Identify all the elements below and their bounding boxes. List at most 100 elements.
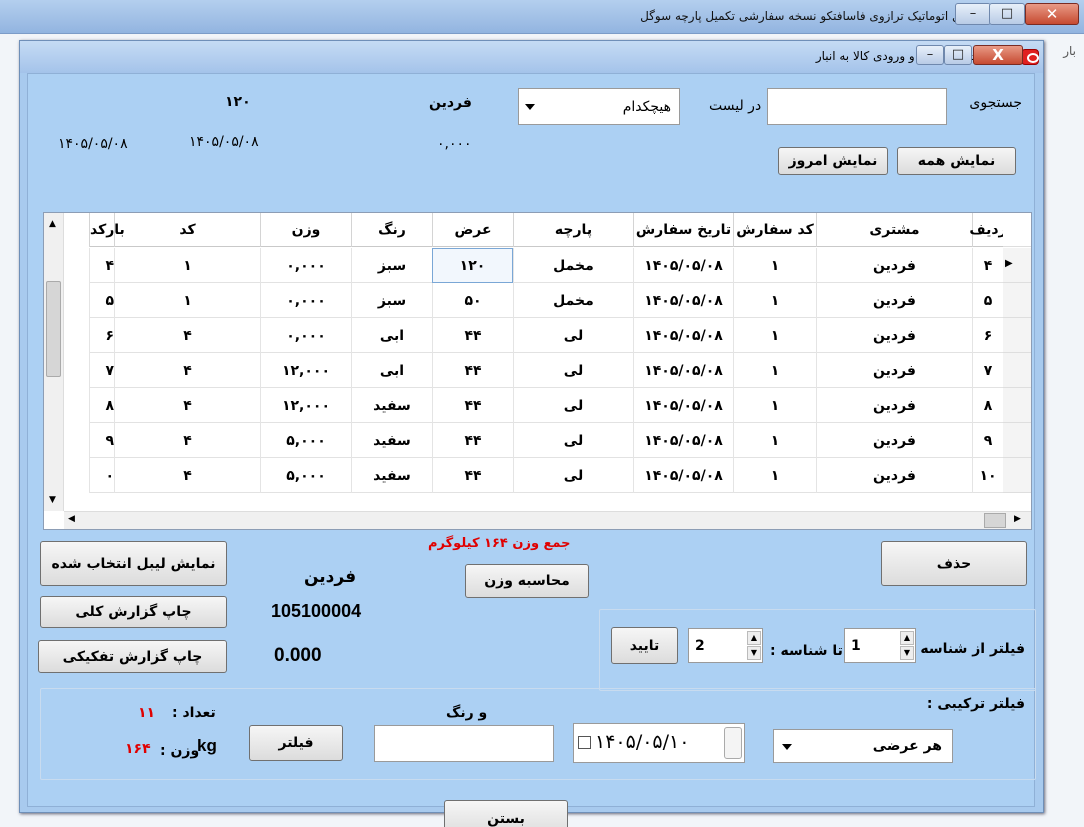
cell-width[interactable]: ۴۴: [432, 353, 513, 388]
filter-to-spinner[interactable]: 2 ▲ ▼: [688, 628, 763, 663]
cell-radif[interactable]: ۹: [972, 423, 1003, 458]
show-today-button[interactable]: نمایش امروز: [778, 147, 888, 175]
table-row[interactable]: ۵ فردین ۱ ۱۴۰۵/۰۵/۰۸ مخمل ۵۰ سبز ۰,۰۰۰ ۱ ۵: [89, 283, 1003, 318]
cell-order-date[interactable]: ۱۴۰۵/۰۵/۰۸: [633, 283, 733, 318]
cell-order-code[interactable]: ۱: [733, 353, 816, 388]
cell-code[interactable]: ۴: [114, 458, 260, 493]
cell-weight[interactable]: ۰,۰۰۰: [260, 248, 351, 283]
dialog-close-button[interactable]: X: [973, 45, 1023, 65]
cell-order-date[interactable]: ۱۴۰۵/۰۵/۰۸: [633, 458, 733, 493]
table-row[interactable]: ۱۰ فردین ۱ ۱۴۰۵/۰۵/۰۸ لی ۴۴ سفید ۵,۰۰۰ ۴ ۰: [89, 458, 1003, 493]
table-row[interactable]: ۷ فردین ۱ ۱۴۰۵/۰۵/۰۸ لی ۴۴ ابی ۱۲,۰۰۰ ۴ ۷: [89, 353, 1003, 388]
cell-customer[interactable]: فردین: [816, 248, 972, 283]
cell-barcode[interactable]: ۹: [89, 423, 114, 458]
col-header-code[interactable]: کد: [114, 213, 260, 247]
cell-fabric[interactable]: مخمل: [513, 283, 633, 318]
cell-barcode[interactable]: ۸: [89, 388, 114, 423]
dialog-maximize-button[interactable]: □: [944, 45, 972, 65]
col-header-customer[interactable]: مشتری: [816, 213, 972, 247]
scroll-up-icon[interactable]: ▲: [49, 219, 56, 229]
print-total-report-button[interactable]: چاپ گزارش کلی: [40, 596, 227, 628]
scroll-left-icon[interactable]: ◀: [68, 514, 75, 524]
cell-code[interactable]: ۴: [114, 318, 260, 353]
cell-width[interactable]: ۴۴: [432, 318, 513, 353]
cell-weight[interactable]: ۵,۰۰۰: [260, 458, 351, 493]
cell-order-date[interactable]: ۱۴۰۵/۰۵/۰۸: [633, 423, 733, 458]
cell-order-code[interactable]: ۱: [733, 388, 816, 423]
cell-weight[interactable]: ۵,۰۰۰: [260, 423, 351, 458]
cell-order-date[interactable]: ۱۴۰۵/۰۵/۰۸: [633, 388, 733, 423]
cell-weight[interactable]: ۰,۰۰۰: [260, 283, 351, 318]
cell-width[interactable]: ۱۲۰: [432, 248, 513, 283]
cell-color[interactable]: سفید: [351, 423, 432, 458]
cell-customer[interactable]: فردین: [816, 353, 972, 388]
cell-barcode[interactable]: ۷: [89, 353, 114, 388]
grid-vertical-scrollbar[interactable]: ▲ ▼: [44, 213, 64, 511]
scroll-right-icon[interactable]: ▶: [1014, 514, 1021, 524]
col-header-order-code[interactable]: کد سفارش: [733, 213, 816, 247]
spin-down-icon[interactable]: ▼: [747, 646, 761, 660]
col-header-order-date[interactable]: تاریخ سفارش: [633, 213, 733, 247]
cell-radif[interactable]: ۴: [972, 248, 1003, 283]
row-header[interactable]: [1003, 318, 1031, 353]
cell-customer[interactable]: فردین: [816, 388, 972, 423]
filter-from-spinner[interactable]: 1 ▲ ▼: [844, 628, 916, 663]
calendar-dropdown-icon[interactable]: [724, 727, 742, 759]
cell-fabric[interactable]: لی: [513, 318, 633, 353]
grid-horizontal-scrollbar[interactable]: ◀ ▶: [64, 511, 1031, 529]
cell-code[interactable]: ۴: [114, 423, 260, 458]
show-selected-label-button[interactable]: نمایش لیبل انتخاب شده: [40, 541, 227, 586]
cell-radif[interactable]: ۷: [972, 353, 1003, 388]
cell-order-date[interactable]: ۱۴۰۵/۰۵/۰۸: [633, 248, 733, 283]
color-filter-input[interactable]: [374, 725, 554, 762]
table-row[interactable]: ۸ فردین ۱ ۱۴۰۵/۰۵/۰۸ لی ۴۴ سفید ۱۲,۰۰۰ ۴ ۸: [89, 388, 1003, 423]
row-header[interactable]: ▶: [1003, 248, 1031, 283]
spin-down-icon[interactable]: ▼: [900, 646, 914, 660]
cell-code[interactable]: ۱: [114, 248, 260, 283]
cell-code[interactable]: ۱: [114, 283, 260, 318]
col-header-color[interactable]: رنگ: [351, 213, 432, 247]
col-header-barcode[interactable]: بارکد: [89, 213, 125, 247]
cell-width[interactable]: ۴۴: [432, 388, 513, 423]
table-row[interactable]: ۶ فردین ۱ ۱۴۰۵/۰۵/۰۸ لی ۴۴ ابی ۰,۰۰۰ ۴ ۶: [89, 318, 1003, 353]
cell-radif[interactable]: ۸: [972, 388, 1003, 423]
cell-order-code[interactable]: ۱: [733, 458, 816, 493]
cell-barcode[interactable]: ۰: [89, 458, 114, 493]
calculate-weight-button[interactable]: محاسبه وزن: [465, 564, 589, 598]
table-row[interactable]: ۹ فردین ۱ ۱۴۰۵/۰۵/۰۸ لی ۴۴ سفید ۵,۰۰۰ ۴ ۹: [89, 423, 1003, 458]
cell-fabric[interactable]: لی: [513, 458, 633, 493]
cell-weight[interactable]: ۱۲,۰۰۰: [260, 388, 351, 423]
confirm-button[interactable]: تایید: [611, 627, 678, 664]
row-header[interactable]: [1003, 458, 1031, 493]
cell-order-code[interactable]: ۱: [733, 423, 816, 458]
cell-order-code[interactable]: ۱: [733, 248, 816, 283]
cell-order-date[interactable]: ۱۴۰۵/۰۵/۰۸: [633, 318, 733, 353]
cell-weight[interactable]: ۱۲,۰۰۰: [260, 353, 351, 388]
cell-order-code[interactable]: ۱: [733, 283, 816, 318]
cell-customer[interactable]: فردین: [816, 283, 972, 318]
cell-width[interactable]: ۴۴: [432, 423, 513, 458]
row-header[interactable]: [1003, 353, 1031, 388]
filter-button[interactable]: فیلتر: [249, 725, 343, 761]
delete-button[interactable]: حذف: [881, 541, 1027, 586]
cell-fabric[interactable]: لی: [513, 388, 633, 423]
cell-radif[interactable]: ۱۰: [972, 458, 1003, 493]
cell-order-date[interactable]: ۱۴۰۵/۰۵/۰۸: [633, 353, 733, 388]
cell-fabric[interactable]: لی: [513, 353, 633, 388]
records-grid[interactable]: ▲ ▼ ◀ ▶ ردیف مشتری کد سفارش تاریخ سفارش …: [43, 212, 1032, 530]
cell-color[interactable]: ابی: [351, 353, 432, 388]
cell-radif[interactable]: ۶: [972, 318, 1003, 353]
maximize-button[interactable]: □: [989, 3, 1025, 25]
scroll-thumb[interactable]: [46, 281, 61, 377]
row-header[interactable]: [1003, 283, 1031, 318]
show-all-button[interactable]: نمایش همه: [897, 147, 1016, 175]
cell-fabric[interactable]: لی: [513, 423, 633, 458]
close-button[interactable]: ✕: [1025, 3, 1079, 25]
date-filter-picker[interactable]: ۱۴۰۵/۰۵/۱۰: [573, 723, 745, 763]
print-detail-report-button[interactable]: چاپ گزارش تفکیکی: [38, 640, 227, 673]
hscroll-thumb[interactable]: [984, 513, 1006, 528]
row-header[interactable]: [1003, 423, 1031, 458]
cell-code[interactable]: ۴: [114, 388, 260, 423]
cell-customer[interactable]: فردین: [816, 458, 972, 493]
col-header-radif[interactable]: ردیف: [969, 213, 1007, 247]
